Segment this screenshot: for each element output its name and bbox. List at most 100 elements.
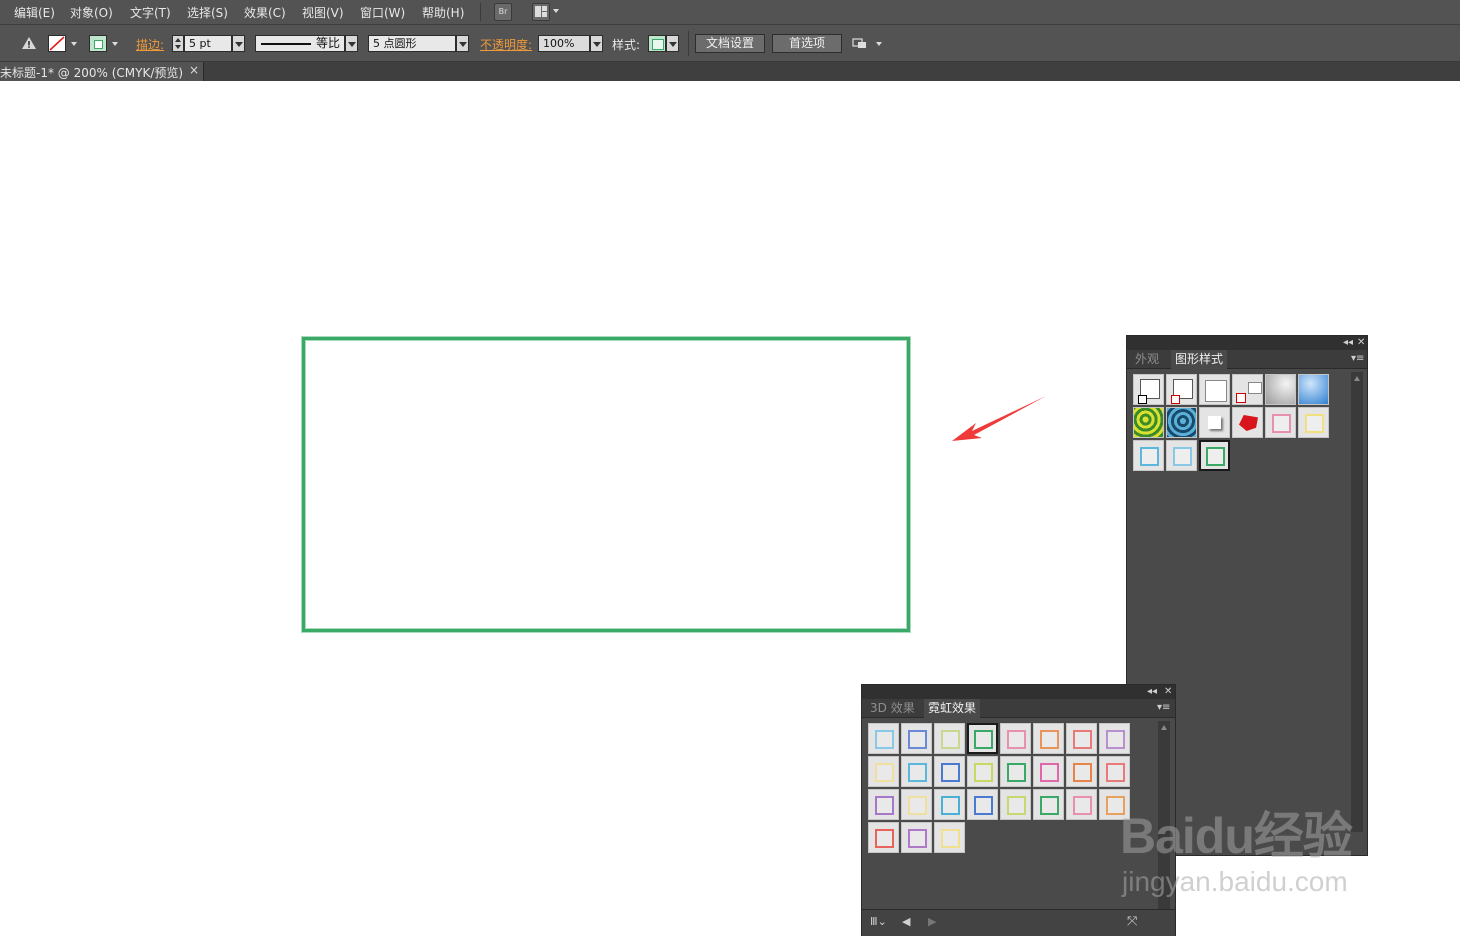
neon-style-swatch[interactable] (901, 789, 932, 820)
graphic-style-swatch[interactable] (1199, 374, 1230, 405)
graphic-style-swatch[interactable] (1265, 407, 1296, 438)
graphic-style-swatch[interactable] (1166, 407, 1197, 438)
library-menu-icon[interactable]: Ⅲ⌄ (870, 915, 887, 928)
menu-window[interactable]: 窗口(W) (360, 4, 405, 21)
stroke-color-icon[interactable] (89, 35, 107, 52)
graphic-style-swatch[interactable] (1133, 374, 1164, 405)
neon-style-swatch[interactable] (967, 723, 998, 754)
graphic-style-swatch[interactable] (1166, 374, 1197, 405)
stroke-caret-icon[interactable] (112, 42, 118, 46)
opacity-label[interactable]: 不透明度: (480, 36, 532, 53)
neon-style-swatch[interactable] (901, 723, 932, 754)
neon-style-swatch[interactable] (868, 723, 899, 754)
close-icon[interactable]: ✕ (1357, 337, 1365, 349)
neon-style-swatch[interactable] (868, 756, 899, 787)
artwork-rectangle[interactable] (302, 337, 910, 632)
graphic-style-swatch[interactable] (648, 35, 666, 52)
graphic-style-dropdown[interactable] (666, 35, 679, 52)
menu-help[interactable]: 帮助(H) (422, 4, 464, 21)
arrange-caret-icon[interactable] (876, 42, 882, 46)
graphic-styles-scrollbar[interactable] (1351, 372, 1363, 832)
close-icon[interactable]: × (189, 63, 199, 77)
graphic-style-swatch[interactable] (1133, 407, 1164, 438)
neon-style-swatch[interactable] (901, 756, 932, 787)
neon-style-swatch[interactable] (1000, 756, 1031, 787)
style-label: 样式: (612, 38, 641, 52)
graphic-style-swatch[interactable] (1166, 440, 1197, 471)
fill-caret-icon[interactable] (71, 42, 77, 46)
annotation-arrow-left-icon (952, 396, 1046, 441)
neon-style-swatch[interactable] (1033, 723, 1064, 754)
tab-3d-effects[interactable]: 3D 效果 (866, 699, 919, 718)
panel-menu-icon[interactable]: ▾≡ (1351, 353, 1364, 364)
stroke-weight-field[interactable]: 5 pt (184, 35, 232, 52)
menu-type[interactable]: 文字(T) (130, 4, 171, 21)
neon-style-swatch[interactable] (868, 822, 899, 853)
scroll-up-icon[interactable] (1161, 725, 1167, 730)
arrange-documents-icon[interactable] (852, 37, 868, 50)
preferences-button[interactable]: 首选项 (772, 34, 842, 53)
graphic-style-swatch[interactable] (1298, 407, 1329, 438)
neon-style-swatch[interactable] (1000, 789, 1031, 820)
collapse-icon[interactable]: ◂◂ (1343, 337, 1353, 349)
menu-select[interactable]: 选择(S) (187, 4, 228, 21)
menu-view[interactable]: 视图(V) (302, 4, 344, 21)
neon-style-swatch[interactable] (934, 822, 965, 853)
warning-icon[interactable] (22, 37, 36, 49)
graphic-style-swatch[interactable] (1232, 407, 1263, 438)
profile-dropdown[interactable] (345, 35, 358, 52)
opacity-dropdown[interactable] (590, 35, 603, 52)
graphic-style-swatch[interactable] (1199, 407, 1230, 438)
neon-style-swatch[interactable] (868, 789, 899, 820)
next-library-icon[interactable]: ▶ (928, 915, 936, 928)
tab-appearance[interactable]: 外观 (1131, 350, 1163, 369)
neon-style-swatch[interactable] (1099, 723, 1130, 754)
document-tab-title: 未标题-1* @ 200% (CMYK/预览) (0, 66, 184, 80)
stroke-label[interactable]: 描边: (136, 36, 164, 53)
neon-style-swatch[interactable] (934, 756, 965, 787)
neon-style-swatch[interactable] (1033, 756, 1064, 787)
neon-style-swatch[interactable] (934, 789, 965, 820)
tab-graphic-styles[interactable]: 图形样式 (1171, 350, 1228, 369)
neon-style-swatch[interactable] (1033, 789, 1064, 820)
opacity-field[interactable]: 100% (538, 35, 590, 52)
break-link-icon[interactable]: ⤧ (1127, 914, 1137, 929)
graphic-style-swatch[interactable] (1265, 374, 1296, 405)
profile-label: 等比 (316, 36, 341, 50)
menu-object[interactable]: 对象(O) (70, 4, 113, 21)
graphic-style-swatch[interactable] (1232, 374, 1263, 405)
graphic-style-swatch[interactable] (1199, 440, 1230, 471)
menu-divider (480, 3, 481, 21)
bridge-icon[interactable]: Br (494, 3, 512, 21)
workspace-caret-icon[interactable] (553, 9, 559, 13)
document-setup-button[interactable]: 文档设置 (695, 34, 765, 53)
neon-style-swatch[interactable] (1066, 756, 1097, 787)
scroll-up-icon[interactable] (1354, 376, 1360, 381)
menu-edit[interactable]: 编辑(E) (14, 4, 55, 21)
neon-style-swatch[interactable] (967, 789, 998, 820)
tab-neon-effects[interactable]: 霓虹效果 (924, 699, 981, 718)
variable-width-profile-field[interactable]: 等比 (255, 35, 345, 52)
close-icon[interactable]: ✕ (1164, 686, 1172, 698)
graphic-style-swatch[interactable] (1133, 440, 1164, 471)
control-bar: 描边: 5 pt 等比 5 点圆形 不透明度: 100% 样式: 文档设置 首选… (0, 24, 1460, 62)
stroke-weight-dropdown[interactable] (232, 35, 245, 52)
document-tab[interactable]: 未标题-1* @ 200% (CMYK/预览) × (0, 62, 204, 81)
panel-menu-icon[interactable]: ▾≡ (1157, 702, 1170, 713)
brush-definition-field[interactable]: 5 点圆形 (368, 35, 456, 52)
graphic-style-swatch[interactable] (1298, 374, 1329, 405)
neon-style-swatch[interactable] (1066, 789, 1097, 820)
neon-style-swatch[interactable] (967, 756, 998, 787)
workspace-layout-icon[interactable] (532, 3, 550, 21)
neon-style-swatch[interactable] (901, 822, 932, 853)
neon-style-swatch[interactable] (1066, 723, 1097, 754)
neon-style-swatch[interactable] (1000, 723, 1031, 754)
fill-none-icon[interactable] (48, 35, 66, 52)
menu-effect[interactable]: 效果(C) (244, 4, 286, 21)
brush-dropdown[interactable] (456, 35, 469, 52)
collapse-icon[interactable]: ◂◂ (1147, 686, 1157, 698)
previous-library-icon[interactable]: ◀ (902, 915, 910, 928)
stroke-stepper[interactable] (172, 35, 184, 52)
neon-style-swatch[interactable] (934, 723, 965, 754)
menu-bar: 编辑(E) 对象(O) 文字(T) 选择(S) 效果(C) 视图(V) 窗口(W… (0, 0, 1460, 24)
